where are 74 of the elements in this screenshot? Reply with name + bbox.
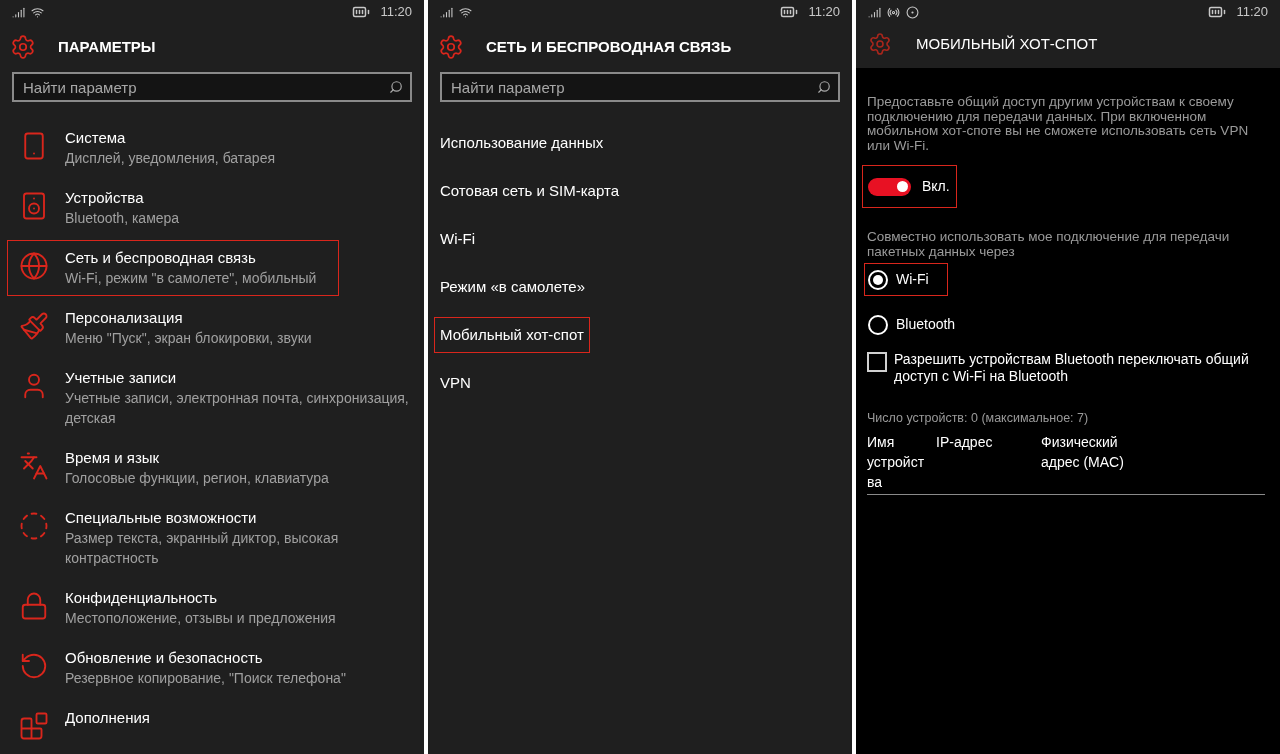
network-menu-item[interactable]: Режим «в самолете» [434,269,592,305]
search-icon [389,80,403,94]
hotspot-toggle[interactable] [868,177,911,196]
category-subtitle: Bluetooth, камера [65,209,180,228]
settings-category[interactable]: Учетные записи Учетные записи, электронная почта, синхронизация, детская [7,360,419,436]
wifi-icon [31,5,44,19]
network-menu-item[interactable]: Сотовая сеть и SIM-карта [434,173,626,209]
clock-time: 11:20 [380,3,412,22]
category-subtitle: Резервное копирование, "Поиск телефона" [65,669,346,688]
category-title: Время и язык [65,448,161,468]
hotspot-description: Предоставьте общий доступ другим устройствам к своему подключению для передачи данных. При включенном мобильном хот-споте вы не сможете использовать сеть VPN или Wi-Fi. [867,95,1250,153]
toggle-label: Вкл. [922,177,950,196]
share-label: Совместно использовать мое подключение для передачи пакетных данных через [867,230,1231,259]
globe-icon [19,251,49,281]
category-subtitle: Учетные записи, электронная почта, синхронизация, детская [65,389,410,428]
search-icon [817,80,831,94]
settings-gear-icon [868,32,892,56]
category-title: Устройства [65,188,145,208]
category-subtitle: Местоположение, отзывы и предложения [65,609,336,628]
page-title: ПАРАМЕТРЫ [58,36,156,57]
search-field[interactable]: Найти параметр [440,72,840,102]
category-title: Персонализация [65,308,184,328]
column-header: Имя устройства [867,432,926,492]
network-menu-item[interactable]: Использование данных [434,125,610,161]
category-subtitle: Дисплей, уведомления, батарея [65,149,275,168]
category-title: Конфиденциальность [65,588,219,608]
record-icon [906,5,919,19]
signal-icon [440,5,453,19]
category-title: Обновление и безопасность [65,648,264,668]
category-title: Сеть и беспроводная связь [65,248,257,268]
settings-category[interactable]: Сеть и беспроводная связь Wi-Fi, режим "в самолете", мобильный [7,240,339,296]
settings-category[interactable]: Персонализация Меню "Пуск", экран блокировки, звуки [7,300,419,356]
antenna-icon [887,5,900,19]
paintbrush-icon [19,311,49,341]
network-menu-item[interactable]: VPN [434,365,477,401]
category-subtitle: Голосовые функции, регион, клавиатура [65,469,329,488]
network-menu-item[interactable]: Мобильный хот-спот [434,317,590,353]
category-subtitle: Меню "Пуск", экран блокировки, звуки [65,329,312,348]
settings-gear-icon [438,34,464,60]
devices-count: Число устройств: 0 (максимальное: 7) [867,410,1090,427]
radio-label: Wi-Fi [896,270,929,289]
category-subtitle: Размер текста, экранный диктор, высокая контрастность [65,529,340,568]
clock-time: 11:20 [1236,3,1268,22]
settings-category[interactable]: Дополнения [7,700,419,749]
wifi-icon [459,5,472,19]
clock-time: 11:20 [808,3,840,22]
settings-category[interactable]: Система Дисплей, уведомления, батарея [7,120,419,176]
network-menu-item[interactable]: Wi-Fi [434,221,481,257]
dashed-circle-icon [19,511,49,541]
page-title: МОБИЛЬНЫЙ ХОТ-СПОТ [916,33,1098,54]
signal-icon [868,5,881,19]
signal-icon [12,5,25,19]
radio-label: Bluetooth [896,315,956,334]
refresh-icon [19,651,49,681]
category-subtitle: Wi-Fi, режим "в самолете", мобильный [65,269,317,288]
language-icon [19,451,49,481]
settings-category[interactable]: Время и язык Голосовые функции, регион, клавиатура [7,440,419,496]
blocks-icon [19,711,49,741]
settings-category[interactable]: Обновление и безопасность Резервное копирование, "Поиск телефона" [7,640,419,696]
settings-category[interactable]: Конфиденциальность Местоположение, отзывы и предложения [7,580,419,636]
page-title: СЕТЬ И БЕСПРОВОДНАЯ СВЯЗЬ [486,36,732,57]
column-header: Физический адрес (MAC) [1041,432,1125,472]
column-header: IP-адрес [936,432,994,452]
settings-gear-icon [10,34,36,60]
category-title: Учетные записи [65,368,178,388]
lock-icon [19,591,49,621]
settings-category[interactable]: Устройства Bluetooth, камера [7,180,419,236]
category-title: Система [65,128,127,148]
checkbox[interactable] [867,352,887,372]
category-title: Дополнения [65,708,150,728]
checkbox-label: Разрешить устройствам Bluetooth переключать общий доступ с Wi-Fi на Bluetooth [894,351,1250,385]
settings-category[interactable]: Специальные возможности Размер текста, экранный диктор, высокая контрастность [7,500,419,576]
search-field[interactable]: Найти параметр [12,72,412,102]
category-title: Специальные возможности [65,508,258,528]
